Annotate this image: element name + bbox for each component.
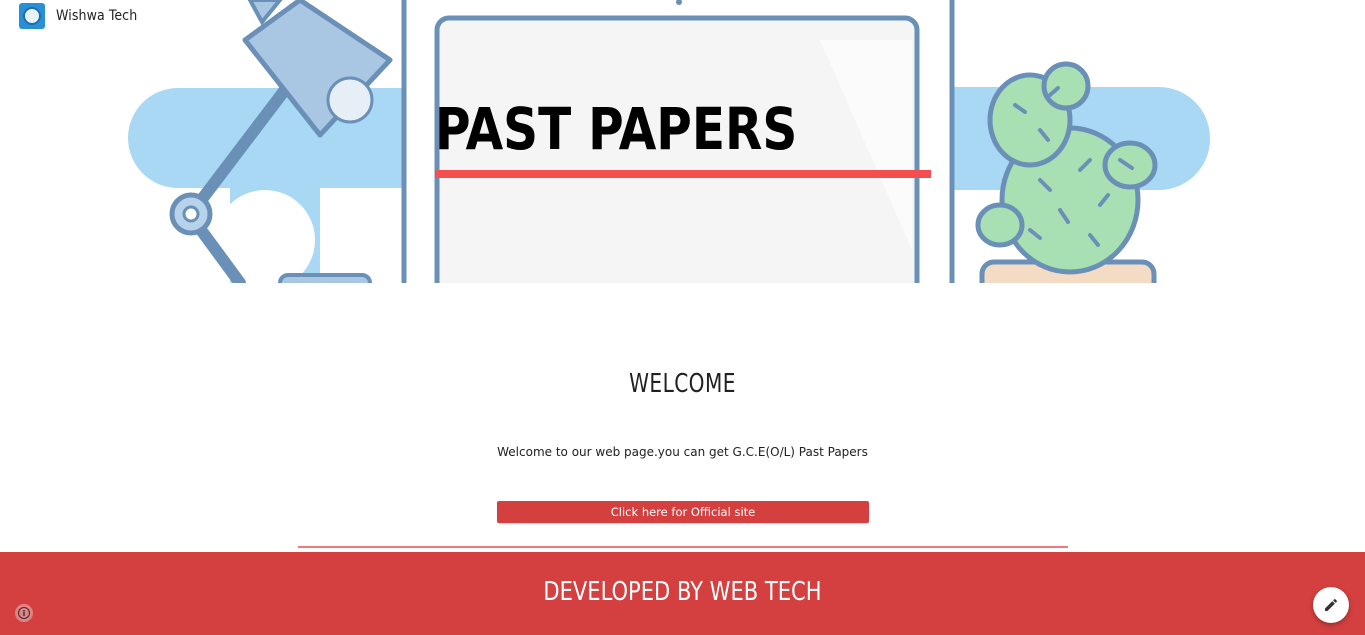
welcome-heading: WELCOME xyxy=(629,369,736,399)
logo-emblem xyxy=(23,7,41,25)
section-divider xyxy=(298,546,1068,548)
welcome-text: Welcome to our web page.you can get G.C.… xyxy=(497,445,868,459)
site-title[interactable]: Wishwa Tech xyxy=(56,8,137,24)
hero-banner: PAST PAPERS xyxy=(0,0,1365,283)
info-button[interactable]: i xyxy=(15,604,33,622)
footer: DEVELOPED BY WEB TECH xyxy=(0,552,1365,635)
official-site-button[interactable]: Click here for Official site xyxy=(497,501,869,523)
edit-button[interactable] xyxy=(1313,587,1349,623)
info-icon: i xyxy=(18,607,30,619)
site-logo-icon[interactable] xyxy=(19,3,45,29)
pencil-icon xyxy=(1325,598,1338,611)
footer-text: DEVELOPED BY WEB TECH xyxy=(543,577,822,607)
hero-title-underline xyxy=(435,170,931,178)
hero-title: PAST PAPERS xyxy=(435,95,798,163)
site-header: Wishwa Tech xyxy=(0,0,137,32)
